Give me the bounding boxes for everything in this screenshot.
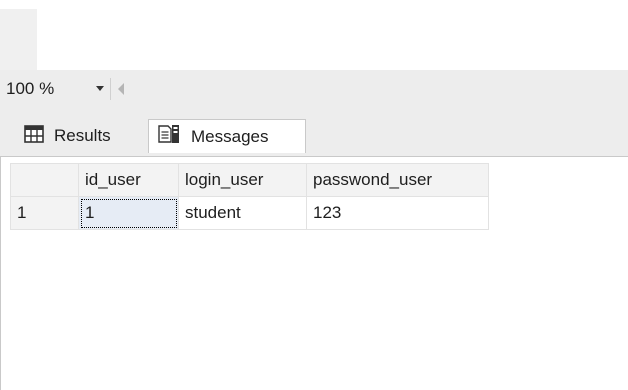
column-header-id-user[interactable]: id_user — [78, 163, 179, 197]
tab-messages-label: Messages — [191, 126, 269, 146]
tab-results[interactable]: Results — [10, 120, 144, 152]
toolbar-divider — [110, 78, 111, 100]
column-header-login-user[interactable]: login_user — [178, 163, 307, 197]
zoom-level[interactable]: 100 % — [6, 79, 54, 99]
editor-gutter — [0, 9, 37, 70]
query-results-window: 100 % Results Messages id_user login_use… — [0, 0, 628, 390]
table-row: 1 1 student 123 — [10, 196, 489, 230]
zoom-bar: 100 % — [0, 70, 628, 109]
results-grid: id_user login_user passwond_user 1 1 stu… — [0, 156, 628, 390]
document-icon — [157, 124, 181, 149]
chevron-down-icon[interactable] — [96, 86, 104, 91]
row-number-header[interactable] — [10, 163, 79, 197]
column-header-password-user[interactable]: passwond_user — [306, 163, 489, 197]
grid-left-border — [0, 157, 1, 390]
cell-login-user[interactable]: student — [178, 196, 307, 230]
tab-results-label: Results — [54, 126, 111, 145]
query-editor[interactable] — [0, 0, 628, 70]
results-tab-strip: Results Messages — [0, 108, 628, 156]
results-table: id_user login_user passwond_user 1 1 stu… — [10, 163, 489, 230]
header-row: id_user login_user passwond_user — [10, 163, 489, 197]
cell-password-user[interactable]: 123 — [306, 196, 489, 230]
scroll-left-arrow-icon[interactable] — [118, 83, 124, 95]
row-number[interactable]: 1 — [10, 196, 79, 230]
cell-id-user[interactable]: 1 — [78, 196, 179, 230]
grid-icon — [24, 124, 44, 148]
tab-messages[interactable]: Messages — [148, 119, 306, 153]
